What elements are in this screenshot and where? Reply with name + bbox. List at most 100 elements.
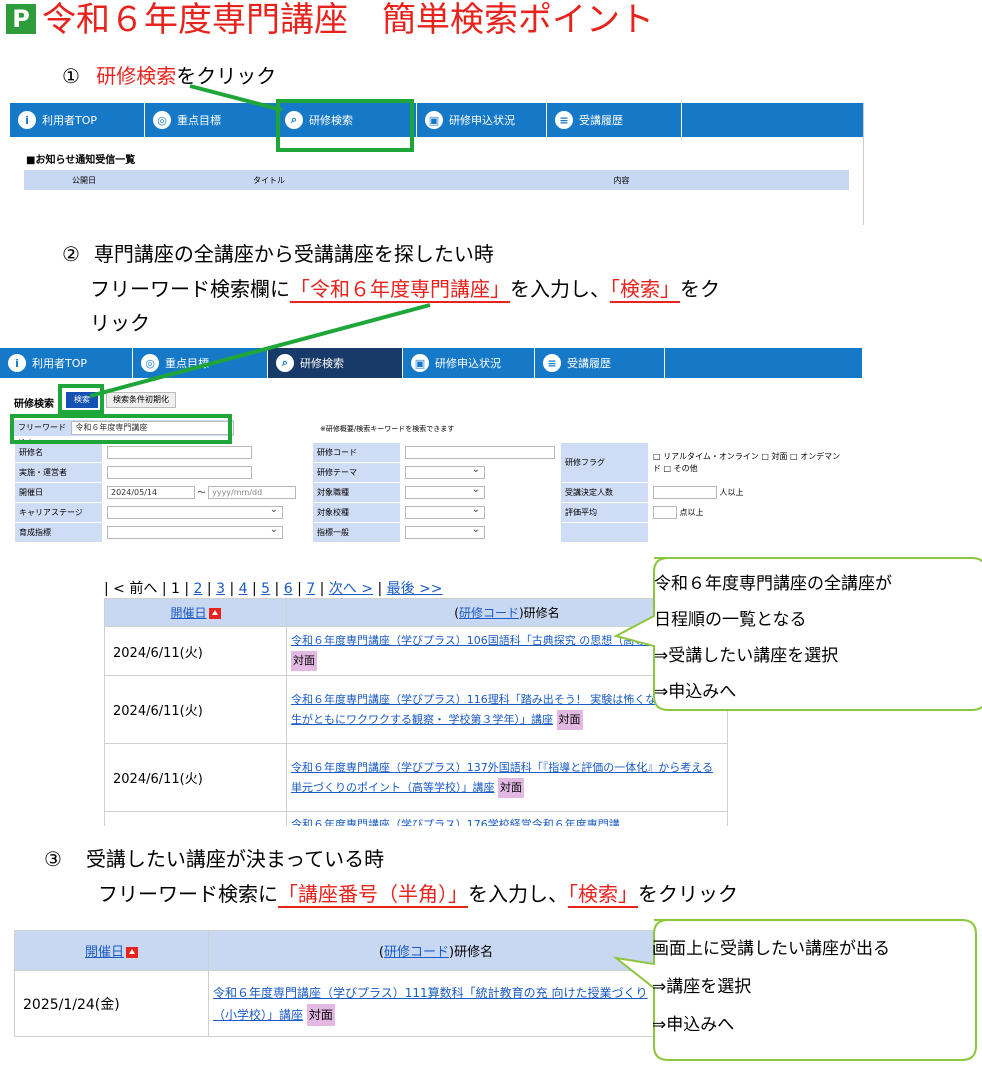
page-title: 令和６年度専門講座 簡単検索ポイント [42, 0, 654, 40]
list-icon: ≡ [555, 111, 573, 129]
nav-juten[interactable]: ◎ 重点目標 [133, 348, 268, 378]
target-job-select[interactable] [405, 484, 485, 499]
organizer-input[interactable] [107, 466, 252, 479]
pager-page[interactable]: 5 [261, 581, 270, 597]
pager-last[interactable]: 最後 >> [387, 581, 443, 597]
nav-juten[interactable]: ◎ 重点目標 [145, 103, 277, 137]
nav-user-top[interactable]: i 利用者TOP [0, 348, 133, 378]
format-badge: 対面 [306, 1003, 335, 1026]
sort-date-link[interactable]: 開催日 [85, 945, 124, 960]
pager-page[interactable]: 6 [284, 581, 293, 597]
theme-select[interactable] [405, 464, 485, 479]
nav-label: 重点目標 [177, 114, 221, 127]
rating-input[interactable] [653, 506, 677, 519]
step1-number: ① [62, 64, 80, 88]
sort-asc-icon[interactable] [126, 947, 138, 958]
document-icon: ▣ [411, 354, 429, 372]
nav-rireki[interactable]: ≡ 受講履歴 [535, 348, 665, 378]
table-row[interactable]: 2024/6/11(火) 令和６年度専門講座（学びプラス）137外国語科「『指導… [104, 743, 728, 812]
pager-sep: | [104, 581, 109, 597]
step3-search-word: 「検索」 [568, 882, 638, 906]
nav-label: 研修申込状況 [449, 114, 515, 127]
sort-asc-icon[interactable] [208, 608, 221, 619]
label-rating: 評価平均 [560, 502, 649, 523]
table-row[interactable]: 令和６年度専門講座（学びプラス）176学校経営令和６年度専門講 [104, 811, 728, 826]
target-school-select[interactable] [405, 504, 485, 519]
sort-code-link[interactable]: 研修コード [459, 606, 519, 620]
row-date: 2024/6/11(火) [104, 675, 287, 744]
count-input[interactable] [653, 486, 717, 499]
pager-sep: | [184, 581, 190, 597]
pager-page[interactable]: 2 [194, 581, 203, 597]
step2-text: 専門講座の全講座から受講講座を探したい時 [93, 242, 494, 266]
results2-table: 開催日 (研修コード)研修名 2025/1/24(金) 令和６年度専門講座（学び… [14, 930, 664, 1037]
p-badge: P [6, 4, 36, 34]
date-from-input[interactable]: 2024/05/14 [107, 486, 195, 499]
kenshu-name-input[interactable] [107, 446, 252, 459]
table-row[interactable]: 2025/1/24(金) 令和６年度専門講座（学びプラス）111算数科「統計教育… [14, 970, 664, 1037]
nav-bar: i 利用者TOP ◎ 重点目標 ⌕ 研修検索 ▣ 研修申込状況 ≡ 受講履歴 [10, 103, 863, 137]
pager-page[interactable]: 3 [216, 581, 225, 597]
step2-number: ② [62, 242, 80, 266]
count-suffix: 人以上 [719, 488, 744, 497]
target-icon: ◎ [153, 111, 171, 129]
col-title: タイトル [253, 175, 285, 185]
nav-label: 受講履歴 [579, 114, 623, 127]
row-date [104, 811, 287, 826]
step2-text: フリーワード検索欄に [90, 277, 290, 301]
nav-label: 受講履歴 [567, 357, 611, 370]
step2-line2: フリーワード検索欄に「令和６年度専門講座」を入力し、「検索」をク [90, 275, 720, 303]
nav-moushikomi[interactable]: ▣ 研修申込状況 [417, 103, 547, 137]
nav-kenshu-search[interactable]: ⌕ 研修検索 [268, 348, 403, 378]
step3-text: を入力し、 [468, 882, 568, 906]
bubble-line: ⇒申込みへ [654, 682, 737, 702]
freeword-note: ※研修概要/検索キーワードを検索できます [320, 425, 455, 433]
bubble-line: ⇒受講したい講座を選択 [654, 646, 839, 666]
nav-label: 利用者TOP [32, 357, 88, 370]
step1-highlight: 研修検索 [96, 64, 177, 88]
col-name-post: )研修名 [519, 606, 560, 620]
format-badge: 対面 [498, 777, 524, 798]
step3-text: をクリック [638, 882, 738, 906]
code-input[interactable] [405, 446, 555, 459]
date-to-input[interactable]: yyyy/mm/dd [208, 486, 297, 499]
step2-text: をク [680, 277, 720, 301]
info-icon: i [8, 354, 26, 372]
ikusei-select[interactable] [107, 524, 283, 539]
reset-button[interactable]: 検索条件初期化 [106, 392, 176, 408]
pager-page[interactable]: 4 [239, 581, 248, 597]
career-select[interactable] [107, 504, 283, 519]
course-link[interactable]: 令和６年度専門講座（学びプラス）176学校経営令和６年度専門講 [291, 818, 620, 826]
nav-rireki[interactable]: ≡ 受講履歴 [547, 103, 682, 137]
pager-next[interactable]: 次へ > [329, 581, 373, 597]
nav-user-top[interactable]: i 利用者TOP [10, 103, 145, 137]
sort-code-link[interactable]: 研修コード [384, 945, 449, 960]
shihyo-select[interactable] [405, 524, 485, 539]
search-title: 研修検索 [14, 399, 54, 410]
flag-options[interactable]: □ リアルタイム・オンライン □ 対面 □ オンデマンド □ その他 [648, 442, 848, 483]
nav-empty [665, 348, 862, 378]
nav-label: 研修検索 [300, 357, 344, 370]
pager-sep: | [274, 581, 280, 597]
bubble-line: 日程順の一覧となる [654, 610, 807, 630]
highlight-box-search-nav [276, 99, 414, 152]
pager-sep: | [319, 581, 325, 597]
course-link[interactable]: 令和６年度専門講座（学びプラス）111算数科「統計教育の充 向けた授業づくり（小… [213, 986, 647, 1022]
sort-date-link[interactable]: 開催日 [170, 606, 206, 620]
nav-moushikomi[interactable]: ▣ 研修申込状況 [403, 348, 535, 378]
pager-prev[interactable]: < 前へ [113, 581, 157, 597]
pager-page[interactable]: 7 [306, 581, 315, 597]
nav-empty [682, 103, 863, 137]
pager-sep: | [206, 581, 212, 597]
label-ikusei: 育成指標 [14, 522, 103, 543]
step2-line1: ② 専門講座の全講座から受講講座を探したい時 [62, 240, 494, 268]
nav-label: 重点目標 [165, 357, 209, 370]
highlight-box-search-button [58, 384, 104, 414]
results2-header-row: 開催日 (研修コード)研修名 [14, 930, 664, 971]
col-name-post: )研修名 [449, 945, 494, 960]
label-shihyo: 指標一般 [312, 522, 401, 543]
step3-text: フリーワード検索に [98, 882, 278, 906]
label-career: キャリアステージ [14, 502, 103, 523]
step3-text: 受講したい講座が決まっている時 [85, 847, 385, 871]
step1-text: をクリック [176, 64, 277, 88]
